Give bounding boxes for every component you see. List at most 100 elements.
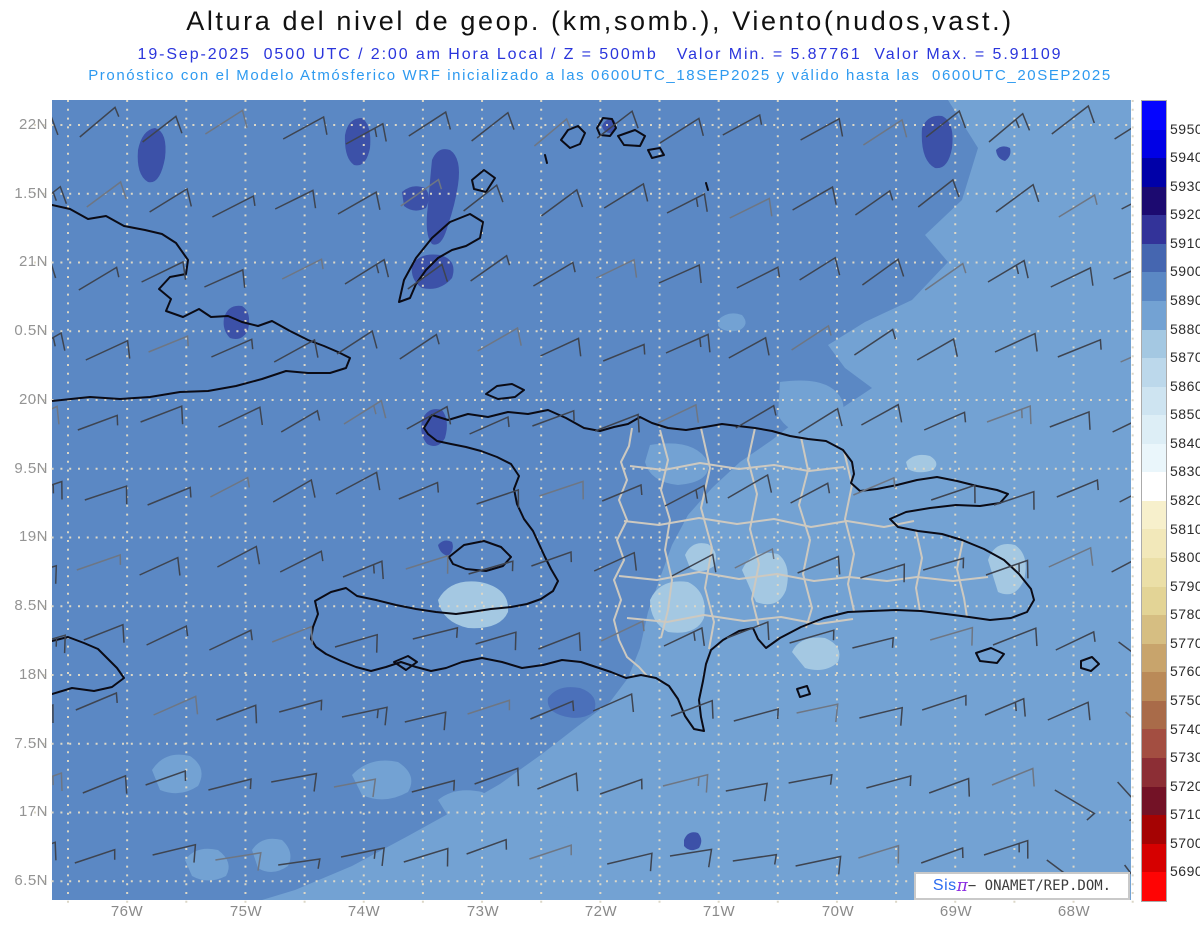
colorbar-segment [1142,843,1166,873]
lat-tick-label: 19N [18,528,48,545]
colorbar-segment [1142,243,1166,273]
colorbar-segment [1142,786,1166,816]
wind-barb [1123,40,1165,69]
wind-barb [668,46,709,73]
lon-tick-label: 75W [229,903,263,920]
colorbar-tick-label: 5750 [1170,692,1200,708]
wind-barb [605,40,644,68]
lon-tick-label: 72W [584,903,618,920]
colorbar-segment [1142,300,1166,330]
lon-tick-label: 74W [347,903,381,920]
colorbar-tick-label: 5700 [1170,834,1200,851]
wind-barb [542,33,584,63]
wind-barb [52,564,58,584]
colorbar-segment [1142,329,1166,359]
colorbar-segment [1142,415,1166,444]
wind-barb [213,38,249,64]
colorbar-tick-label: 5760 [1170,663,1200,680]
lat-tick-label: 6.5N [14,872,48,889]
colorbar-segment [1142,101,1166,130]
lon-tick-label: 71W [702,903,736,920]
colorbar-segment [1142,358,1166,387]
wind-barb [88,38,128,67]
credit-box: Sis π − ONAMET/REP.DOM. [914,872,1130,900]
colorbar-segment [1142,215,1166,244]
colorbar-segment [1142,729,1166,758]
colorbar-segment [1142,186,1166,216]
colorbar-tick-label: 5770 [1170,634,1200,651]
colorbar-tick-label: 5720 [1170,777,1200,794]
lat-tick-label: 22N [18,116,48,133]
wind-barb [52,841,57,861]
pi-icon: π [956,876,968,896]
lon-tick-label: 70W [821,903,855,920]
colorbar-tick-label: 5870 [1170,349,1200,366]
lon-tick-label: 73W [466,903,500,920]
lat-tick-label: 21N [18,253,48,270]
colorbar-segment [1142,672,1166,701]
lat-tick-label: 20N [18,391,48,408]
colorbar-tick-label: 5850 [1170,406,1200,423]
wind-barb [1185,51,1200,74]
credit-sispi-label: Sis [932,877,957,894]
lat-tick-label: 0.5N [14,322,48,339]
colorbar-segment [1142,643,1166,673]
colorbar-segment [1142,472,1166,501]
colorbar-tick-label: 5790 [1170,577,1200,594]
lat-tick-label: 17N [18,803,48,820]
colorbar-tick-label: 5920 [1170,206,1200,223]
colorbar-segment [1142,700,1166,730]
lon-tick-label: 68W [1057,903,1091,920]
wind-barb [465,45,506,71]
colorbar-segment [1142,443,1166,473]
colorbar-tick-label: 5690 [1170,863,1200,880]
colorbar-tick-label: 5930 [1170,177,1200,194]
colorbar-segment [1142,872,1166,901]
wind-barb [276,45,318,69]
colorbar-segment [1142,815,1166,844]
colorbar-segment [1142,757,1166,787]
colorbar-tick-label: 5840 [1170,434,1200,451]
wind-barb [919,40,962,67]
weather-map-page: Altura del nivel de geop. (km,somb.), Vi… [0,0,1200,927]
wind-barb [982,45,1021,73]
colorbar-tick-label: 5740 [1170,720,1200,737]
colorbar-tick-label: 5800 [1170,549,1200,566]
colorbar [1141,100,1167,902]
lat-tick-label: 8.5N [14,597,48,614]
colorbar-segment [1142,500,1166,530]
lat-tick-label: 9.5N [14,460,48,477]
colorbar-tick-label: 5730 [1170,749,1200,766]
wind-barb [402,44,440,66]
lat-tick-label: 18N [18,666,48,683]
colorbar-tick-label: 5710 [1170,806,1200,823]
colorbar-tick-label: 5780 [1170,606,1200,623]
colorbar-tick-label: 5830 [1170,463,1200,480]
colorbar-segment [1142,586,1166,616]
lat-tick-label: 7.5N [14,735,48,752]
wind-barb [10,37,50,62]
colorbar-tick-label: 5910 [1170,234,1200,251]
credit-agency-label: − ONAMET/REP.DOM. [967,878,1112,894]
colorbar-tick-label: 5880 [1170,320,1200,337]
colorbar-tick-label: 5950 [1170,120,1200,137]
colorbar-segment [1142,272,1166,301]
colorbar-segment [1142,386,1166,416]
colorbar-segment [1142,558,1166,587]
wind-barb [794,49,834,70]
colorbar-segment [1142,529,1166,558]
colorbar-segment [1142,129,1166,159]
colorbar-tick-label: 5890 [1170,292,1200,308]
lat-tick-label: 1.5N [14,185,48,202]
wind-barb [339,51,383,74]
colorbar-tick-label: 5940 [1170,149,1200,166]
wind-barb [731,40,774,65]
lon-tick-label: 76W [110,903,144,920]
colorbar-tick-label: 5860 [1170,377,1200,394]
wind-barb [151,41,193,72]
colorbar-tick-label: 5900 [1170,263,1200,280]
colorbar-segment [1142,158,1166,187]
wind-barb [1060,35,1097,64]
wind-barb [52,703,54,724]
colorbar-tick-label: 5810 [1170,520,1200,537]
